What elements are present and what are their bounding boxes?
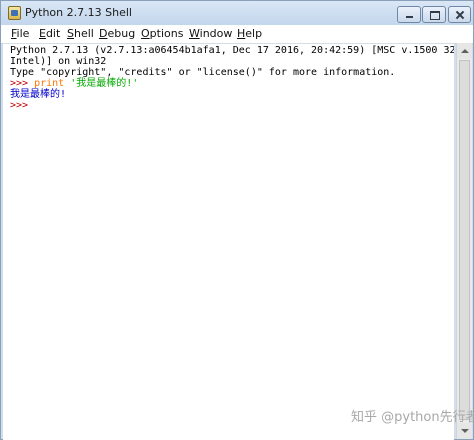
idle-shell-window: Python 2.7.13 Shell File Edit Shell Debu…: [0, 0, 474, 440]
watermark: 知乎 @python先行者: [351, 410, 474, 425]
menu-edit[interactable]: Edit: [39, 27, 60, 40]
menu-bar: File Edit Shell Debug Options Window Hel…: [1, 25, 473, 44]
print-keyword: print: [34, 78, 65, 89]
menu-window[interactable]: Window: [189, 27, 232, 40]
close-button[interactable]: [448, 6, 471, 23]
menu-options[interactable]: Options: [141, 27, 183, 40]
string-literal: '我是最棒的!': [64, 78, 139, 89]
menu-help[interactable]: Help: [237, 27, 262, 40]
next-shell-prompt[interactable]: >>>: [10, 100, 28, 111]
python-app-icon: [8, 6, 21, 20]
menu-debug[interactable]: Debug: [99, 27, 135, 40]
banner-line-1: Python 2.7.13 (v2.7.13:a06454b1afa1, Dec…: [10, 45, 454, 56]
banner-line-3: Type "copyright", "credits" or "license(…: [10, 67, 396, 78]
menu-file[interactable]: File: [11, 27, 29, 40]
command-line: >>> print '我是最棒的!': [10, 78, 138, 89]
scroll-up-icon[interactable]: [457, 43, 472, 59]
minimize-button[interactable]: [397, 6, 421, 23]
banner-line-2: Intel)] on win32: [10, 56, 107, 67]
title-bar[interactable]: Python 2.7.13 Shell: [1, 1, 473, 25]
command-output: 我是最棒的!: [10, 89, 67, 100]
shell-prompt: >>>: [10, 78, 35, 89]
menu-shell[interactable]: Shell: [67, 27, 94, 40]
maximize-button[interactable]: [422, 6, 446, 23]
shell-text-area[interactable]: Python 2.7.13 (v2.7.13:a06454b1afa1, Dec…: [3, 43, 454, 440]
vertical-scrollbar[interactable]: [456, 43, 472, 439]
window-title: Python 2.7.13 Shell: [25, 6, 132, 19]
scrollbar-thumb[interactable]: [459, 60, 470, 420]
scroll-down-icon[interactable]: [457, 423, 472, 439]
